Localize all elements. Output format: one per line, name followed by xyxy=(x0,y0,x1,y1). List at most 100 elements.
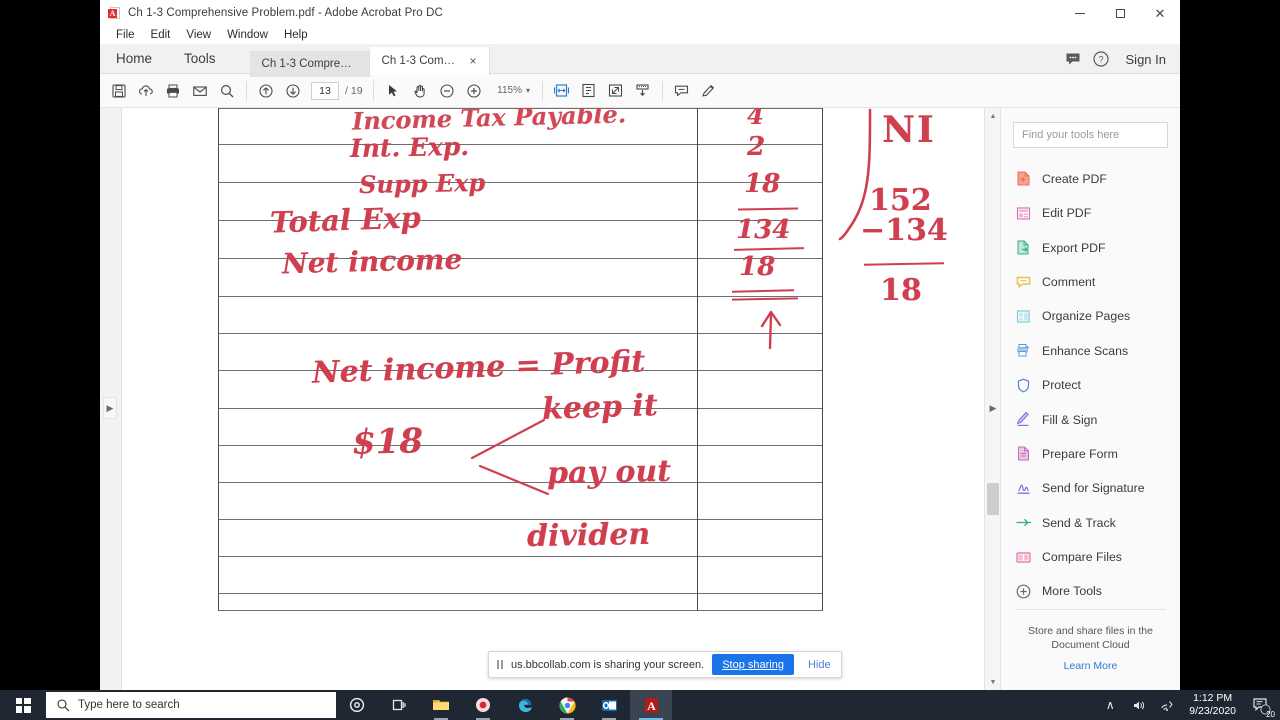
taskbar-clock[interactable]: 1:12 PM 9/23/2020 xyxy=(1181,692,1244,718)
tool-item-comment[interactable]: Comment xyxy=(1001,265,1180,299)
tools-search-box[interactable] xyxy=(1013,122,1168,148)
menu-window[interactable]: Window xyxy=(219,26,276,44)
search-icon[interactable] xyxy=(214,78,240,104)
edge-icon[interactable] xyxy=(504,690,546,720)
tab-strip: Home Tools Ch 1-3 Comprehen... Ch 1-3 Co… xyxy=(100,43,1180,77)
create-pdf-icon xyxy=(1015,170,1032,187)
task-view-icon[interactable] xyxy=(378,690,420,720)
compare-files-icon xyxy=(1015,549,1032,566)
hide-toast-button[interactable]: Hide xyxy=(802,659,837,671)
fullscreen-icon[interactable] xyxy=(603,78,629,104)
windows-start-icon[interactable] xyxy=(0,690,46,720)
page-up-icon[interactable] xyxy=(253,78,279,104)
upload-to-cloud-icon[interactable] xyxy=(133,78,159,104)
document-tab-2-label: Ch 1-3 Comprehen... xyxy=(381,55,458,67)
toolbar-divider-4 xyxy=(661,80,663,101)
amount-income-tax-payable: 4 xyxy=(747,108,764,130)
learn-more-link[interactable]: Learn More xyxy=(1015,660,1166,672)
scroll-up-icon[interactable]: ▲ xyxy=(985,108,1001,124)
total-pages-label: 19 xyxy=(350,84,363,97)
menu-edit[interactable]: Edit xyxy=(143,26,179,44)
tool-item-edit-pdf[interactable]: Edit PDF xyxy=(1001,196,1180,230)
show-hidden-icons-icon[interactable]: ∧ xyxy=(1097,690,1123,720)
outlook-icon[interactable] xyxy=(588,690,630,720)
zoom-out-icon[interactable] xyxy=(434,78,460,104)
margin-calc-rule xyxy=(863,262,945,267)
pause-icon[interactable] xyxy=(497,660,503,669)
document-cloud-text: Store and share files in the Document Cl… xyxy=(1028,624,1153,651)
fit-width-icon[interactable] xyxy=(549,78,575,104)
tool-item-more-tools[interactable]: More Tools xyxy=(1001,574,1180,608)
comment-icon[interactable] xyxy=(669,78,695,104)
sign-in-button[interactable]: Sign In xyxy=(1120,52,1172,67)
page-down-icon[interactable] xyxy=(280,78,306,104)
tools-search-input[interactable] xyxy=(1022,128,1159,141)
protect-shield-icon xyxy=(1015,377,1032,394)
tool-item-send-for-signature[interactable]: Send for Signature xyxy=(1001,471,1180,505)
document-tab-1[interactable]: Ch 1-3 Comprehen... xyxy=(249,51,370,77)
chrome-icon[interactable] xyxy=(546,690,588,720)
expand-navigation-pane-icon[interactable]: ▶ xyxy=(103,397,117,419)
page-separator: / xyxy=(345,84,348,97)
menu-help[interactable]: Help xyxy=(276,26,316,44)
tool-item-label: Edit PDF xyxy=(1042,206,1092,221)
tool-item-export-pdf[interactable]: Export PDF xyxy=(1001,230,1180,264)
tool-item-send-track[interactable]: Send & Track xyxy=(1001,505,1180,539)
help-icon[interactable]: ? xyxy=(1092,50,1110,68)
zoom-in-icon[interactable] xyxy=(461,78,487,104)
stop-sharing-button[interactable]: Stop sharing xyxy=(712,654,794,675)
acrobat-icon[interactable]: A xyxy=(630,690,672,720)
minimize-button[interactable] xyxy=(1060,0,1100,26)
volume-icon[interactable] xyxy=(1125,690,1151,720)
file-explorer-icon[interactable] xyxy=(420,690,462,720)
fit-page-icon[interactable] xyxy=(576,78,602,104)
notification-center-icon[interactable]: 20 xyxy=(1246,690,1276,720)
document-viewport[interactable]: Income Tax Payable. Int. Exp. Supp Exp T… xyxy=(122,108,984,690)
record-app-icon[interactable] xyxy=(462,690,504,720)
document-tab-2[interactable]: Ch 1-3 Comprehen... × xyxy=(369,47,490,75)
amount-supplies-expense: 18 xyxy=(744,169,781,199)
maximize-button[interactable] xyxy=(1100,0,1140,26)
save-icon[interactable] xyxy=(106,78,132,104)
annotation-dividend: dividen xyxy=(526,516,651,555)
scroll-mode-icon[interactable] xyxy=(630,78,656,104)
windows-taskbar: Type here to search A ∧ 1:12 PM 9/23/202… xyxy=(0,690,1280,720)
close-button[interactable]: ✕ xyxy=(1140,0,1180,26)
cursor-select-icon[interactable] xyxy=(380,78,406,104)
tool-item-organize-pages[interactable]: Organize Pages xyxy=(1001,299,1180,333)
menu-file[interactable]: File xyxy=(108,26,143,44)
tool-item-fill-sign[interactable]: Fill & Sign xyxy=(1001,402,1180,436)
vertical-scrollbar[interactable]: ▲ ▶ ▼ xyxy=(984,108,1000,690)
acrobat-window: A Ch 1-3 Comprehensive Problem.pdf - Ado… xyxy=(100,0,1180,690)
tab-home[interactable]: Home xyxy=(100,43,168,73)
highlight-icon[interactable] xyxy=(696,78,722,104)
ledger-page: Income Tax Payable. Int. Exp. Supp Exp T… xyxy=(122,108,984,690)
tool-item-create-pdf[interactable]: Create PDF xyxy=(1001,162,1180,196)
tool-item-prepare-form[interactable]: Prepare Form xyxy=(1001,437,1180,471)
cortana-icon[interactable] xyxy=(336,690,378,720)
page-number-input[interactable]: 13 xyxy=(311,81,339,100)
tool-item-enhance-scans[interactable]: Enhance Scans xyxy=(1001,334,1180,368)
scroll-down-icon[interactable]: ▼ xyxy=(985,674,1001,690)
network-icon[interactable] xyxy=(1153,690,1179,720)
share-message: us.bbcollab.com is sharing your screen. xyxy=(511,658,705,671)
print-icon[interactable] xyxy=(160,78,186,104)
hand-tool-icon[interactable] xyxy=(407,78,433,104)
tool-item-protect[interactable]: Protect xyxy=(1001,368,1180,402)
scrollbar-thumb[interactable] xyxy=(987,483,999,515)
email-icon[interactable] xyxy=(187,78,213,104)
tool-item-compare-files[interactable]: Compare Files xyxy=(1001,540,1180,574)
tool-item-label: Compare Files xyxy=(1042,550,1122,565)
chevron-down-icon[interactable]: ▾ xyxy=(526,86,530,95)
expand-tools-pane-icon[interactable]: ▶ xyxy=(986,397,1000,419)
zoom-level-display[interactable]: 115% ▾ xyxy=(492,82,536,100)
fill-sign-icon xyxy=(1015,411,1032,428)
svg-text:?: ? xyxy=(1098,55,1103,65)
tool-item-label: Enhance Scans xyxy=(1042,343,1129,358)
tab-tools[interactable]: Tools xyxy=(168,43,232,73)
menu-view[interactable]: View xyxy=(178,26,219,44)
chat-icon[interactable] xyxy=(1064,50,1082,68)
close-icon[interactable]: × xyxy=(464,54,477,68)
taskbar-search-box[interactable]: Type here to search xyxy=(46,692,336,718)
tool-item-label: Organize Pages xyxy=(1042,309,1131,324)
